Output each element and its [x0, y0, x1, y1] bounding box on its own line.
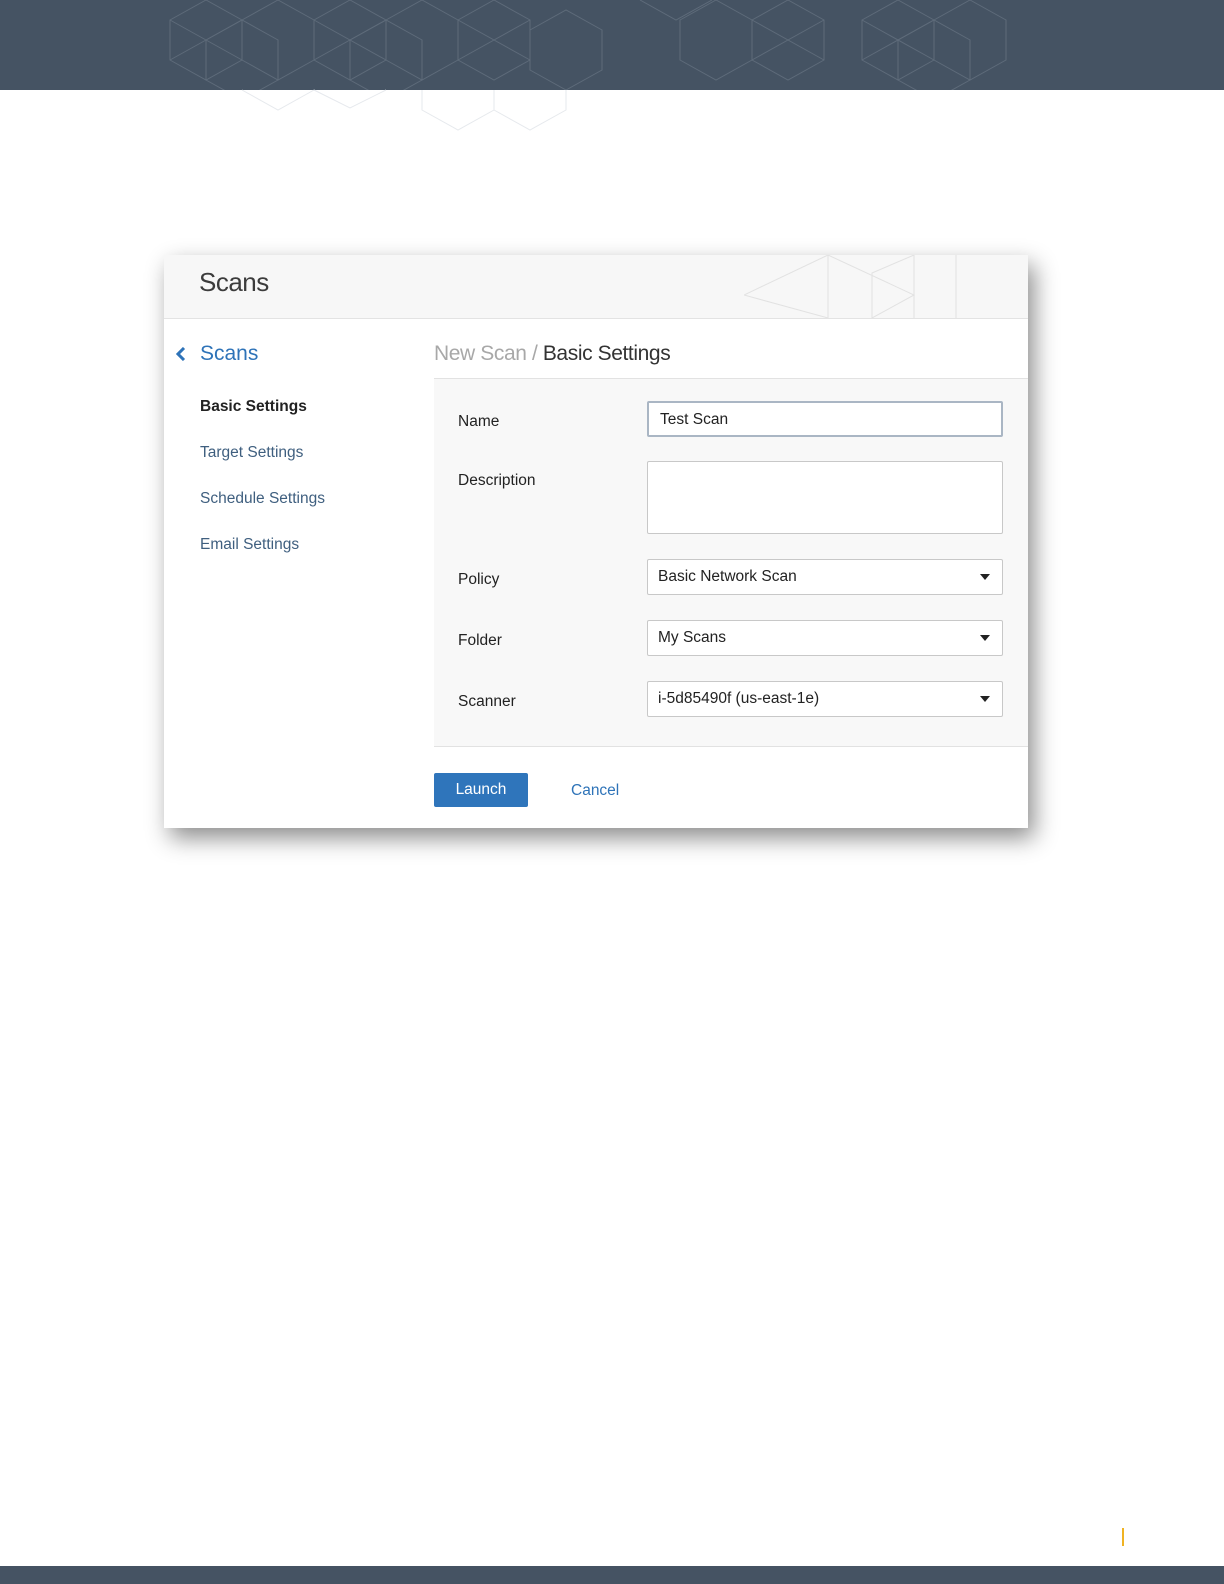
- sidebar-item-target-settings[interactable]: Target Settings: [200, 441, 325, 487]
- page-marker: [1122, 1528, 1124, 1546]
- breadcrumb: New Scan / Basic Settings: [434, 342, 671, 366]
- sidebar-item-basic-settings[interactable]: Basic Settings: [200, 395, 325, 441]
- basic-settings-form: Name Test Scan Description Policy Basic …: [434, 378, 1028, 747]
- policy-label: Policy: [458, 571, 500, 588]
- name-label: Name: [458, 413, 500, 430]
- policy-select-value: Basic Network Scan: [658, 568, 797, 585]
- caret-down-icon: [980, 696, 990, 702]
- header-pattern-decoration: [744, 255, 957, 318]
- hexagon-pattern-decoration: [241, 89, 567, 131]
- breadcrumb-current: Basic Settings: [542, 342, 671, 365]
- caret-down-icon: [980, 635, 990, 641]
- back-link-label: Scans: [200, 342, 259, 365]
- folder-select[interactable]: My Scans: [647, 620, 1003, 656]
- window-header: Scans: [164, 255, 1028, 319]
- folder-label: Folder: [458, 632, 502, 649]
- bottom-banner: [0, 1566, 1224, 1584]
- launch-button[interactable]: Launch: [434, 773, 528, 807]
- description-textarea[interactable]: [647, 461, 1003, 534]
- scanner-label: Scanner: [458, 693, 516, 710]
- breadcrumb-parent: New Scan: [434, 342, 527, 365]
- scanner-select-value: i-5d85490f (us-east-1e): [658, 690, 820, 707]
- folder-select-value: My Scans: [658, 629, 727, 646]
- sidebar-item-email-settings[interactable]: Email Settings: [200, 533, 325, 579]
- name-input[interactable]: Test Scan: [647, 401, 1003, 437]
- caret-down-icon: [980, 574, 990, 580]
- sidebar-item-schedule-settings[interactable]: Schedule Settings: [200, 487, 325, 533]
- scan-settings-window: Scans Scans Basic Settings Target Settin…: [164, 255, 1028, 828]
- back-to-scans-link[interactable]: Scans: [176, 342, 258, 366]
- settings-nav: Basic Settings Target Settings Schedule …: [200, 395, 325, 579]
- scanner-select[interactable]: i-5d85490f (us-east-1e): [647, 681, 1003, 717]
- chevron-left-icon: [176, 347, 186, 361]
- description-label: Description: [458, 472, 536, 489]
- cancel-link[interactable]: Cancel: [571, 782, 619, 800]
- breadcrumb-separator: /: [526, 342, 543, 365]
- policy-select[interactable]: Basic Network Scan: [647, 559, 1003, 595]
- page-title: Scans: [199, 267, 269, 297]
